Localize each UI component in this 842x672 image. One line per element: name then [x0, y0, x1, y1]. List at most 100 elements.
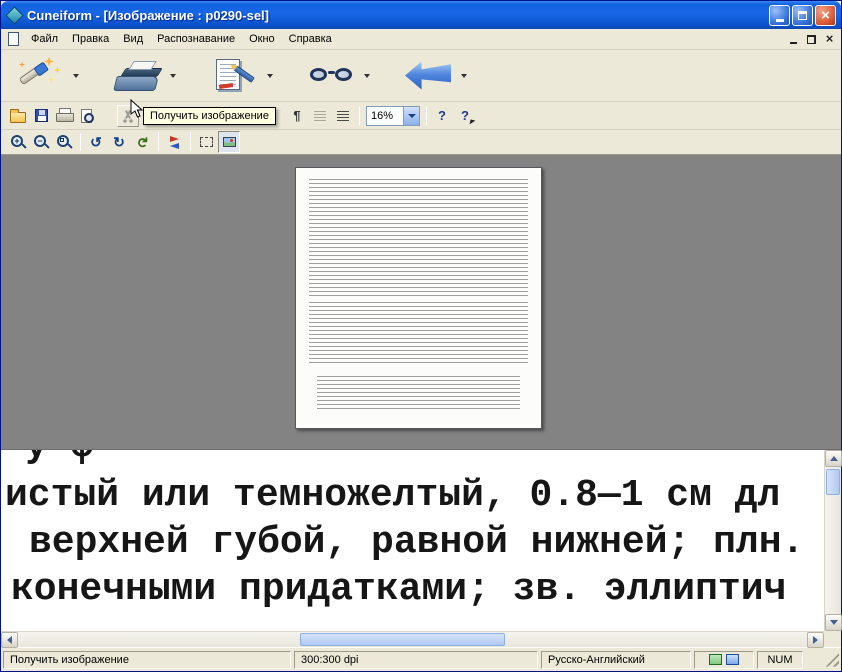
scroll-left-button[interactable] [1, 632, 18, 648]
menu-item-file[interactable]: Файл [24, 31, 65, 47]
save-floppy-icon [35, 109, 48, 122]
menu-item-recognition[interactable]: Распознавание [150, 31, 242, 47]
arrow-right-icon [813, 636, 818, 644]
app-window: Cuneiform - [Изображение : p0290-sel] Фа… [0, 0, 842, 672]
menu-item-help[interactable]: Справка [282, 31, 339, 47]
thumbnail-text-block [317, 376, 520, 410]
combo-dropdown-icon[interactable] [403, 107, 419, 125]
main-toolbar [1, 50, 841, 102]
context-help-button[interactable] [454, 105, 476, 127]
acquire-image-dropdown-button[interactable] [166, 53, 179, 99]
zoom-combobox-value: 16% [367, 110, 403, 122]
open-button[interactable] [7, 105, 29, 127]
vertical-scrollbar[interactable] [824, 450, 841, 631]
zoom-combobox[interactable]: 16% [366, 106, 420, 126]
image-icon [223, 137, 236, 147]
select-area-button[interactable] [195, 131, 217, 153]
view-toolbar [1, 130, 841, 155]
verify-button[interactable] [302, 53, 360, 99]
image-view-button[interactable] [218, 131, 240, 153]
thumbnail-text-block [309, 179, 528, 297]
minimize-icon [776, 19, 784, 22]
printer-icon [56, 110, 72, 123]
maximize-button[interactable] [792, 5, 813, 26]
mdi-close-button[interactable] [821, 32, 838, 47]
wizard-dropdown-button[interactable] [69, 53, 82, 99]
toolbar-separator [359, 107, 360, 125]
help-icon [438, 108, 446, 123]
document-thumbnail[interactable] [295, 167, 542, 429]
scanner-icon [112, 56, 162, 96]
rotate-180-button[interactable] [131, 131, 153, 153]
zoomed-text-view[interactable]: у ф истый или темножелтый, 0.8—1 см дл в… [1, 450, 824, 631]
status-bar: Получить изображение 300:300 dpi Русско-… [1, 647, 841, 671]
help-button[interactable] [431, 105, 453, 127]
mdi-minimize-button[interactable] [785, 32, 802, 47]
verify-dropdown-button[interactable] [360, 53, 373, 99]
status-indicators [694, 651, 754, 669]
thumbnail-text-block [309, 302, 528, 366]
format-button[interactable] [309, 105, 331, 127]
mdi-close-icon [826, 32, 834, 46]
zoom-line-partial: у ф [1, 450, 824, 472]
recognize-dropdown-button[interactable] [263, 53, 276, 99]
arrow-down-icon [830, 620, 838, 625]
resize-grip[interactable] [825, 653, 839, 667]
zoom-in-button[interactable] [7, 131, 29, 153]
toolbar-separator [158, 133, 159, 151]
tooltip: Получить изображение [143, 107, 276, 125]
format-lines-icon [314, 111, 326, 121]
scroll-right-button[interactable] [807, 632, 824, 648]
paragraph-button[interactable] [286, 105, 308, 127]
acquire-image-button[interactable] [108, 53, 166, 99]
layout-button[interactable] [332, 105, 354, 127]
recognize-button[interactable] [205, 53, 263, 99]
window-indicator-icon [726, 654, 739, 665]
rotate-left-icon [90, 134, 102, 151]
minimize-button[interactable] [769, 5, 790, 26]
swap-view-button[interactable] [163, 131, 185, 153]
zoom-pane: у ф истый или темножелтый, 0.8—1 см дл в… [1, 449, 841, 647]
open-folder-icon [10, 112, 26, 123]
title-bar: Cuneiform - [Изображение : p0290-sel] [1, 1, 841, 29]
horizontal-scroll-thumb[interactable] [300, 633, 505, 646]
zoom-out-button[interactable] [30, 131, 52, 153]
scroll-down-button[interactable] [825, 614, 842, 631]
zoom-in-icon [10, 134, 26, 150]
vertical-scroll-thumb[interactable] [826, 469, 840, 495]
save-button[interactable] [30, 105, 52, 127]
menu-item-view[interactable]: Вид [116, 31, 150, 47]
menu-item-window[interactable]: Окно [242, 31, 282, 47]
horizontal-scrollbar[interactable] [1, 631, 824, 647]
rotate-right-icon [113, 134, 125, 151]
mdi-restore-button[interactable] [803, 32, 820, 47]
zoom-line: конечными придатками; зв. эллиптич [1, 566, 824, 613]
print-button[interactable] [53, 105, 75, 127]
rotate-left-button[interactable] [85, 131, 107, 153]
selection-marquee-icon [200, 137, 213, 147]
print-preview-button[interactable] [76, 105, 98, 127]
magic-wand-icon [17, 56, 63, 96]
status-dpi: 300:300 dpi [294, 651, 538, 669]
wizard-button[interactable] [11, 53, 69, 99]
export-dropdown-button[interactable] [457, 53, 470, 99]
arrow-left-icon [7, 636, 12, 644]
zoom-line: верхней губой, равной нижней; плн. [1, 519, 824, 566]
mdi-restore-icon [807, 35, 816, 44]
table-indicator-icon [709, 654, 722, 665]
layout-lines-icon [337, 111, 349, 121]
glasses-icon [307, 61, 355, 91]
export-button[interactable] [399, 53, 457, 99]
app-icon[interactable] [6, 7, 22, 23]
zoom-fit-button[interactable] [53, 131, 75, 153]
rotate-right-button[interactable] [108, 131, 130, 153]
mouse-cursor-icon [130, 99, 143, 118]
scroll-up-button[interactable] [825, 450, 842, 467]
menu-item-edit[interactable]: Правка [65, 31, 116, 47]
image-canvas[interactable] [1, 155, 841, 449]
close-button[interactable] [815, 5, 836, 26]
toolbar-separator [190, 133, 191, 151]
close-icon [821, 7, 830, 24]
mdi-document-icon[interactable] [6, 32, 20, 46]
toolbar-separator [426, 107, 427, 125]
